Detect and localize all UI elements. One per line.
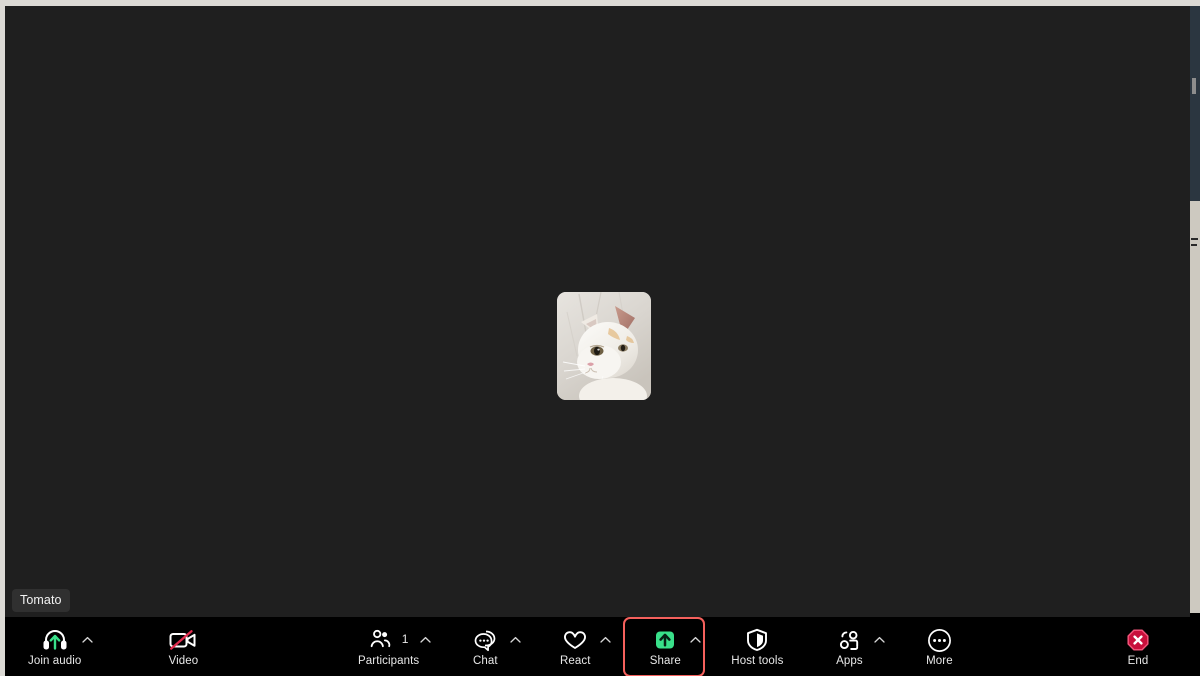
participants-count-badge: 1 bbox=[401, 632, 409, 647]
chat-bubble-icon bbox=[473, 627, 498, 653]
video-button[interactable]: Video bbox=[153, 621, 213, 673]
meeting-control-toolbar: Join audio Video 1 Participants Chat Rea… bbox=[5, 616, 1190, 676]
heart-icon bbox=[562, 627, 588, 653]
more-group: More bbox=[909, 621, 969, 673]
toolbar-right-group: End bbox=[1108, 617, 1190, 676]
share-chevron-up-icon[interactable] bbox=[688, 633, 702, 647]
participant-video-tile[interactable]: Tomato bbox=[5, 6, 1190, 617]
background-code-editor bbox=[1190, 6, 1200, 201]
video-label: Video bbox=[168, 655, 199, 668]
background-editor-caret bbox=[1192, 78, 1196, 94]
chat-group: Chat bbox=[455, 621, 521, 673]
share-label: Share bbox=[649, 655, 681, 668]
apps-icon bbox=[837, 627, 862, 653]
share-group: Share bbox=[623, 616, 706, 676]
background-taskbar bbox=[1190, 613, 1200, 676]
more-button[interactable]: More bbox=[909, 621, 969, 673]
background-document-text-line bbox=[1191, 244, 1197, 246]
headset-icon bbox=[42, 627, 68, 653]
apps-button[interactable]: Apps bbox=[819, 621, 879, 673]
video-group: Video bbox=[153, 621, 213, 673]
end-label: End bbox=[1127, 655, 1149, 668]
self-view-avatar[interactable] bbox=[557, 292, 651, 400]
share-screen-button[interactable]: Share bbox=[635, 621, 695, 673]
chat-chevron-up-icon[interactable] bbox=[508, 633, 522, 647]
host-tools-group: Host tools bbox=[725, 621, 789, 673]
react-button[interactable]: React bbox=[545, 621, 605, 673]
end-call-icon bbox=[1126, 627, 1150, 653]
chat-label: Chat bbox=[472, 655, 498, 668]
cat-avatar-icon bbox=[557, 292, 651, 400]
zoom-meeting-window: Tomato Join audio Video 1 Participants C… bbox=[5, 6, 1190, 676]
apps-group: Apps bbox=[819, 621, 885, 673]
end-group: End bbox=[1108, 621, 1168, 673]
shield-icon bbox=[746, 627, 768, 653]
people-icon: 1 bbox=[369, 627, 409, 653]
camera-off-icon bbox=[169, 627, 197, 653]
more-label: More bbox=[926, 655, 953, 668]
more-dots-icon bbox=[927, 627, 952, 653]
react-label: React bbox=[560, 655, 591, 668]
join-audio-group: Join audio bbox=[22, 621, 93, 673]
host-tools-button[interactable]: Host tools bbox=[725, 621, 789, 673]
apps-chevron-up-icon[interactable] bbox=[872, 633, 886, 647]
react-chevron-up-icon[interactable] bbox=[598, 633, 612, 647]
apps-label: Apps bbox=[836, 655, 863, 668]
share-screen-icon bbox=[652, 627, 678, 653]
toolbar-center-group: 1 Participants Chat React Share Host too… bbox=[213, 616, 1108, 676]
participants-label: Participants bbox=[358, 655, 420, 668]
participants-group: 1 Participants bbox=[352, 621, 431, 673]
join-audio-chevron-up-icon[interactable] bbox=[80, 633, 94, 647]
participants-button[interactable]: 1 Participants bbox=[352, 621, 425, 673]
background-document-window bbox=[1190, 201, 1200, 613]
background-document-text-line bbox=[1191, 238, 1198, 240]
toolbar-left-group: Join audio Video bbox=[5, 617, 213, 676]
participants-chevron-up-icon[interactable] bbox=[418, 633, 432, 647]
chat-button[interactable]: Chat bbox=[455, 621, 515, 673]
participant-name-badge: Tomato bbox=[12, 588, 70, 612]
join-audio-label: Join audio bbox=[28, 655, 82, 668]
react-group: React bbox=[545, 621, 611, 673]
host-tools-label: Host tools bbox=[731, 655, 784, 668]
end-meeting-button[interactable]: End bbox=[1108, 621, 1168, 673]
meeting-stage: Tomato bbox=[5, 6, 1190, 617]
join-audio-button[interactable]: Join audio bbox=[22, 621, 87, 673]
